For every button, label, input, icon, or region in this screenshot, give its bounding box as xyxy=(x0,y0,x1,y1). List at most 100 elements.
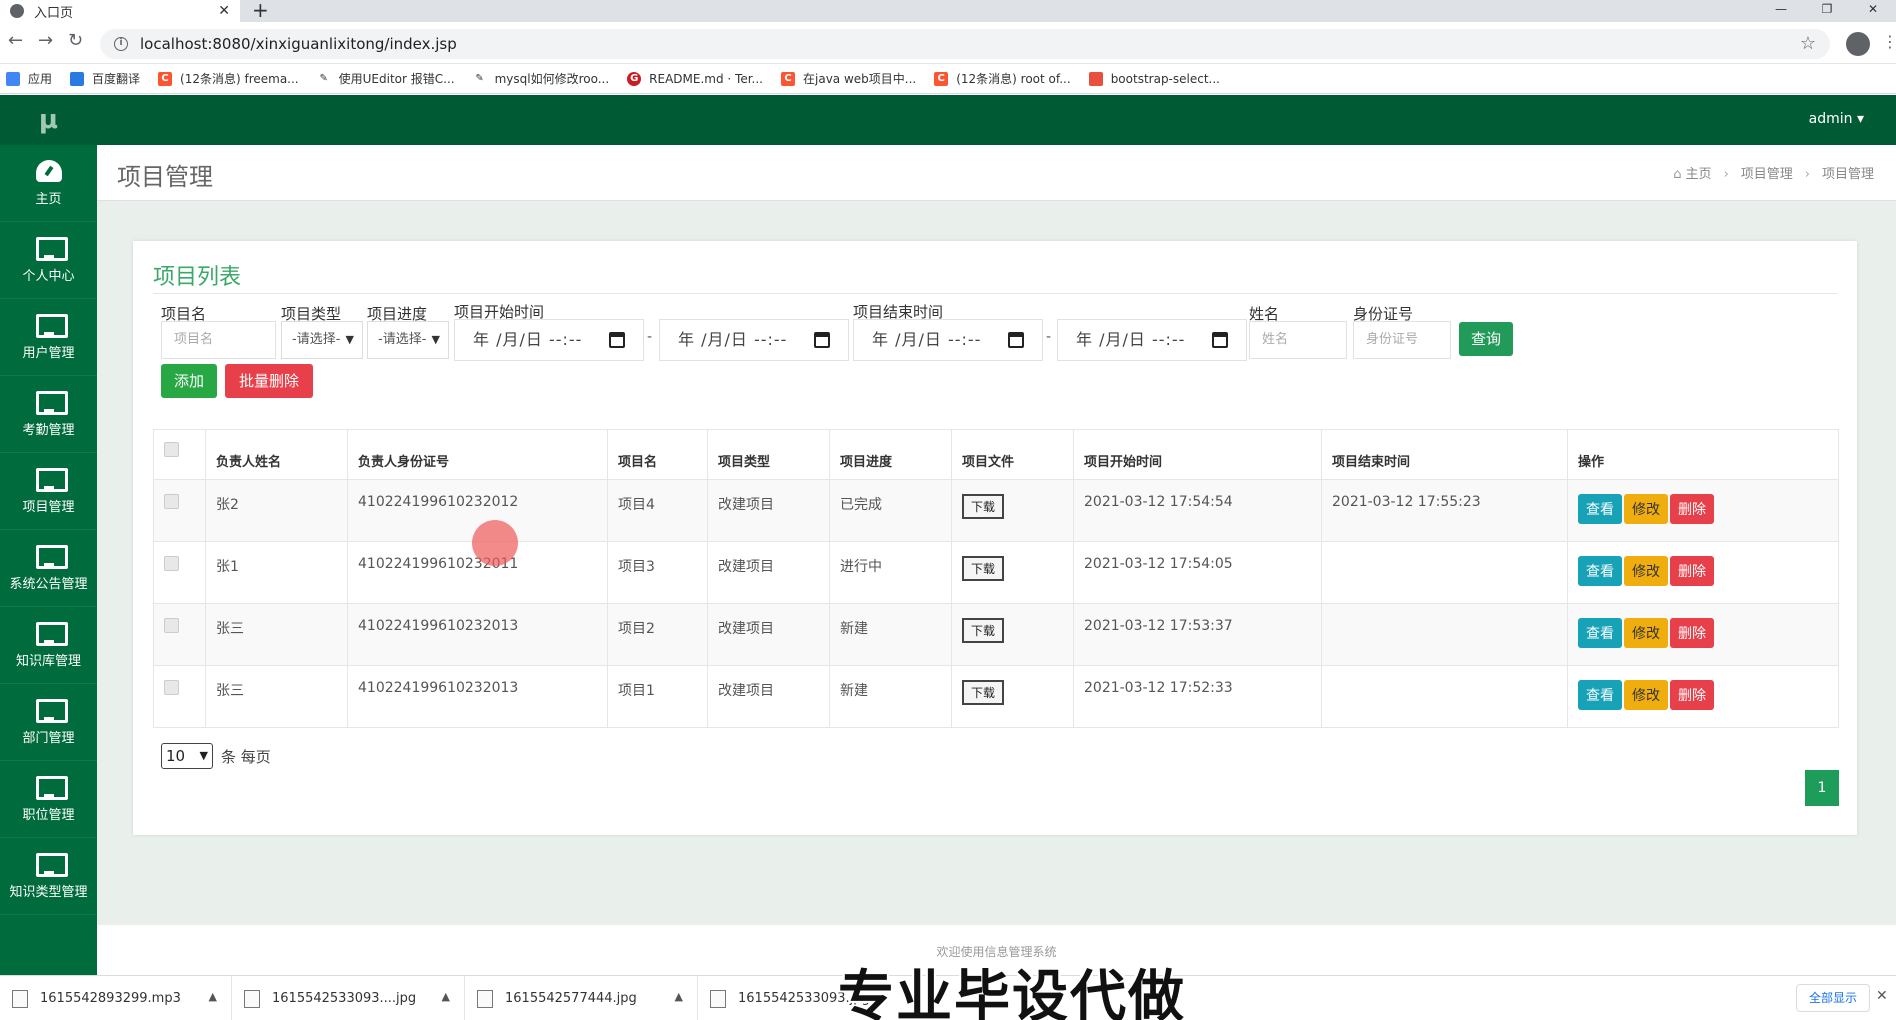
cell-leader-id: 410224199610232013 xyxy=(347,665,608,728)
edit-button[interactable]: 修改 xyxy=(1624,494,1668,524)
info-icon[interactable]: i xyxy=(114,37,128,51)
bookmark-csdn-2[interactable]: C 在java web项目中... xyxy=(781,70,916,87)
delete-button[interactable]: 删除 xyxy=(1670,556,1714,586)
sidebar-item-positions[interactable]: 职位管理 xyxy=(0,761,97,838)
sidebar-item-attendance[interactable]: 考勤管理 xyxy=(0,376,97,453)
id-number-input[interactable]: 身份证号 xyxy=(1353,321,1451,359)
sidebar-item-knowledge-base[interactable]: 知识库管理 xyxy=(0,607,97,684)
bookmark-baidu-translate[interactable]: 百度翻译 xyxy=(70,70,140,87)
batch-delete-button[interactable]: 批量删除 xyxy=(225,364,313,398)
cell-project-progress: 新建 xyxy=(829,603,952,666)
view-button[interactable]: 查看 xyxy=(1578,556,1622,586)
sidebar-item-users[interactable]: 用户管理 xyxy=(0,299,97,376)
project-progress-select[interactable]: -请选择- ▼ xyxy=(367,321,449,359)
end-time-from-input[interactable]: 年 /月/日 --:-- xyxy=(853,319,1043,361)
chevron-up-icon[interactable]: ▲ xyxy=(675,990,683,1003)
cell-project-progress: 新建 xyxy=(829,665,952,728)
download-item[interactable]: 1615542577444.jpg ▲ xyxy=(465,976,698,1020)
delete-button[interactable]: 删除 xyxy=(1670,494,1714,524)
new-tab-button[interactable]: + xyxy=(252,0,269,22)
search-button[interactable]: 查询 xyxy=(1459,322,1513,356)
reload-icon[interactable]: ↻ xyxy=(68,30,83,51)
edit-button[interactable]: 修改 xyxy=(1624,680,1668,710)
cell-leader-name: 张1 xyxy=(205,541,348,604)
breadcrumb-home[interactable]: 主页 xyxy=(1686,167,1712,182)
tab-title: 入口页 xyxy=(34,5,74,21)
delete-button[interactable]: 删除 xyxy=(1670,680,1714,710)
view-button[interactable]: 查看 xyxy=(1578,680,1622,710)
bookmark-apps[interactable]: 应用 xyxy=(6,70,52,87)
row-checkbox[interactable] xyxy=(164,494,179,509)
bookmark-csdn-3[interactable]: C (12条消息) root of... xyxy=(934,70,1071,87)
show-all-downloads-button[interactable]: 全部显示 xyxy=(1796,984,1870,1012)
back-icon[interactable]: ← xyxy=(8,30,23,51)
minimize-icon[interactable]: — xyxy=(1758,0,1804,22)
calendar-icon[interactable] xyxy=(609,332,625,348)
delete-button[interactable]: 删除 xyxy=(1670,618,1714,648)
chevron-up-icon[interactable]: ▲ xyxy=(209,990,217,1003)
sidebar-item-departments[interactable]: 部门管理 xyxy=(0,684,97,761)
sidebar-item-announcements[interactable]: 系统公告管理 xyxy=(0,530,97,607)
monitor-icon xyxy=(35,236,68,261)
download-button[interactable]: 下载 xyxy=(962,618,1005,643)
start-time-from-input[interactable]: 年 /月/日 --:-- xyxy=(454,319,644,361)
view-button[interactable]: 查看 xyxy=(1578,494,1622,524)
restore-icon[interactable]: ❐ xyxy=(1804,0,1850,22)
monitor-icon xyxy=(35,390,68,415)
bookmark-mysql[interactable]: ✎ mysql如何修改roo... xyxy=(472,70,609,87)
url-input[interactable]: i localhost:8080/xinxiguanlixitong/index… xyxy=(100,29,1830,59)
add-button[interactable]: 添加 xyxy=(161,364,217,398)
cell-end-time xyxy=(1321,665,1568,728)
sidebar-item-home[interactable]: 主页 xyxy=(0,145,97,222)
browser-tab[interactable]: 入口页 ✕ xyxy=(0,0,240,22)
calendar-icon[interactable] xyxy=(814,332,830,348)
chevron-down-icon: ▼ xyxy=(345,333,354,346)
star-icon[interactable]: ☆ xyxy=(1800,33,1816,54)
page-size-select[interactable]: 10 ▼ xyxy=(161,743,213,769)
profile-icon[interactable] xyxy=(1846,32,1870,56)
close-window-icon[interactable]: ✕ xyxy=(1850,0,1896,22)
download-item[interactable]: 1615542893299.mp3 ▲ xyxy=(0,976,232,1020)
cell-project-file: 下载 xyxy=(951,665,1074,728)
menu-icon[interactable]: ⋮ xyxy=(1882,32,1896,51)
browser-tab-bar: 入口页 ✕ + — ❐ ✕ xyxy=(0,0,1896,22)
cell-leader-name: 张三 xyxy=(205,603,348,666)
bookmark-bootstrap-select[interactable]: bootstrap-select... xyxy=(1088,71,1220,86)
download-button[interactable]: 下载 xyxy=(962,680,1005,705)
download-button[interactable]: 下载 xyxy=(962,494,1005,519)
project-type-select[interactable]: -请选择- ▼ xyxy=(281,321,363,359)
edit-button[interactable]: 修改 xyxy=(1624,556,1668,586)
person-name-input[interactable]: 姓名 xyxy=(1249,321,1347,359)
close-tab-icon[interactable]: ✕ xyxy=(218,3,230,19)
col-project-name: 项目名 xyxy=(607,429,708,480)
row-checkbox[interactable] xyxy=(164,618,179,633)
edit-button[interactable]: 修改 xyxy=(1624,618,1668,648)
content-area: 项目列表 项目名 项目名 项目类型 -请选择- ▼ 项目进度 -请选择- ▼ 项目开… xyxy=(97,201,1896,925)
bookmark-readme[interactable]: G README.md · Ter... xyxy=(627,71,763,86)
project-table: 负责人姓名 负责人身份证号 项目名 项目类型 项目进度 项目文件 项目开始时间 … xyxy=(153,429,1839,728)
end-time-to-input[interactable]: 年 /月/日 --:-- xyxy=(1057,319,1247,361)
calendar-icon[interactable] xyxy=(1212,332,1228,348)
table-header-row: 负责人姓名 负责人身份证号 项目名 项目类型 项目进度 项目文件 项目开始时间 … xyxy=(153,429,1839,480)
sidebar-item-projects[interactable]: 项目管理 xyxy=(0,453,97,530)
bookmark-ueditor[interactable]: ✎ 使用UEditor 报错C... xyxy=(316,70,455,87)
download-item[interactable]: 1615542533093....jpg ▲ xyxy=(232,976,465,1020)
calendar-icon[interactable] xyxy=(1008,332,1024,348)
breadcrumb-projects[interactable]: 项目管理 xyxy=(1741,167,1793,182)
row-checkbox[interactable] xyxy=(164,556,179,571)
select-all-checkbox[interactable] xyxy=(164,442,179,457)
download-button[interactable]: 下载 xyxy=(962,556,1005,581)
chevron-up-icon[interactable]: ▲ xyxy=(442,990,450,1003)
close-downloads-icon[interactable]: ✕ xyxy=(1876,988,1888,1004)
bookmark-csdn-1[interactable]: C (12条消息) freema... xyxy=(158,70,299,87)
pagination-page-1[interactable]: 1 xyxy=(1805,770,1839,806)
start-time-to-input[interactable]: 年 /月/日 --:-- xyxy=(659,319,849,361)
row-checkbox[interactable] xyxy=(164,680,179,695)
sidebar-item-knowledge-types[interactable]: 知识类型管理 xyxy=(0,838,97,915)
user-menu[interactable]: admin ▾ xyxy=(1809,111,1864,127)
project-name-input[interactable]: 项目名 xyxy=(161,321,276,359)
cell-actions: 查看 修改 删除 xyxy=(1567,603,1839,666)
view-button[interactable]: 查看 xyxy=(1578,618,1622,648)
forward-icon[interactable]: → xyxy=(38,30,53,51)
sidebar-item-profile[interactable]: 个人中心 xyxy=(0,222,97,299)
